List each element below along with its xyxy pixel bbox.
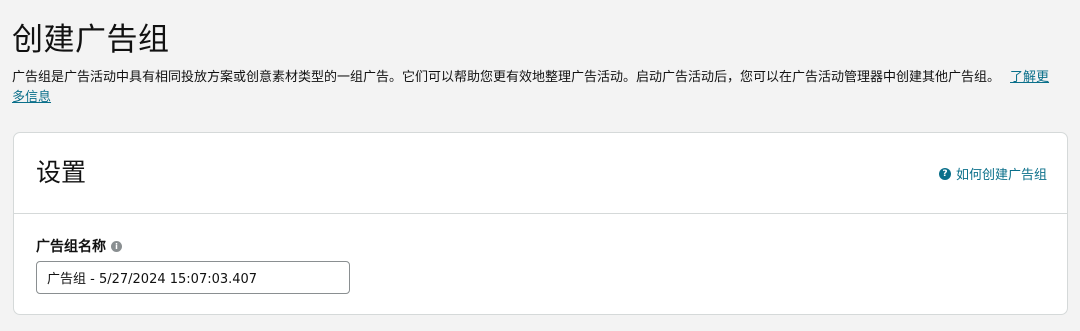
question-circle-icon: ? (938, 167, 951, 180)
help-link-label: 如何创建广告组 (955, 168, 1047, 183)
settings-card-body: 广告组名称 i (14, 214, 1067, 314)
description-text: 广告组是广告活动中具有相同投放方案或创意素材类型的一组广告。它们可以帮助您更有效… (12, 70, 1001, 85)
settings-card: 设置 ? 如何创建广告组 广告组名称 i (13, 132, 1068, 315)
settings-title: 设置 (36, 158, 87, 187)
ad-group-name-label: 广告组名称 i (36, 236, 122, 256)
how-to-create-ad-group-link[interactable]: ? 如何创建广告组 (938, 164, 1047, 183)
ad-group-name-input[interactable] (36, 261, 350, 294)
settings-card-header: 设置 ? 如何创建广告组 (14, 133, 1067, 214)
page: 创建广告组 广告组是广告活动中具有相同投放方案或创意素材类型的一组广告。它们可以… (0, 0, 1080, 331)
page-description: 广告组是广告活动中具有相同投放方案或创意素材类型的一组广告。它们可以帮助您更有效… (12, 68, 1062, 108)
info-icon[interactable]: i (111, 240, 122, 252)
page-title: 创建广告组 (12, 22, 170, 58)
ad-group-name-label-text: 广告组名称 (36, 239, 106, 255)
